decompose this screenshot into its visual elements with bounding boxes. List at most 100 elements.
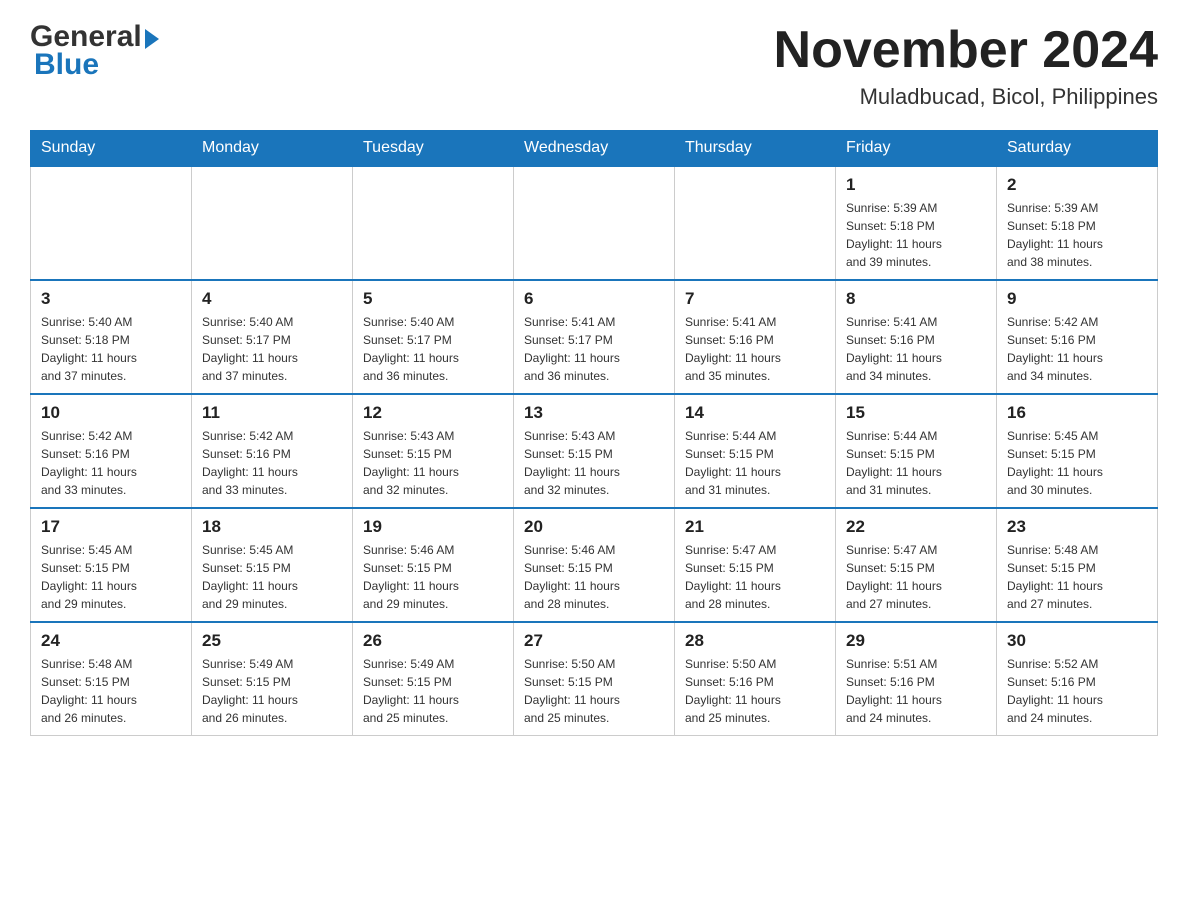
calendar-cell: 6 Sunrise: 5:41 AM Sunset: 5:17 PM Daylig… (514, 280, 675, 394)
calendar-cell: 23 Sunrise: 5:48 AM Sunset: 5:15 PM Dayli… (997, 508, 1158, 622)
calendar-cell: 5 Sunrise: 5:40 AM Sunset: 5:17 PM Daylig… (353, 280, 514, 394)
day-info: Sunrise: 5:47 AM Sunset: 5:15 PM Dayligh… (685, 541, 825, 613)
day-info: Sunrise: 5:44 AM Sunset: 5:15 PM Dayligh… (846, 427, 986, 499)
day-number: 17 (41, 517, 181, 537)
day-number: 1 (846, 175, 986, 195)
day-info: Sunrise: 5:47 AM Sunset: 5:15 PM Dayligh… (846, 541, 986, 613)
day-number: 22 (846, 517, 986, 537)
week-row-5: 24 Sunrise: 5:48 AM Sunset: 5:15 PM Dayli… (31, 622, 1158, 736)
day-number: 24 (41, 631, 181, 651)
day-info: Sunrise: 5:52 AM Sunset: 5:16 PM Dayligh… (1007, 655, 1147, 727)
day-number: 23 (1007, 517, 1147, 537)
calendar-header-sunday: Sunday (31, 131, 192, 167)
day-info: Sunrise: 5:41 AM Sunset: 5:17 PM Dayligh… (524, 313, 664, 385)
calendar-cell: 14 Sunrise: 5:44 AM Sunset: 5:15 PM Dayli… (675, 394, 836, 508)
calendar-header-thursday: Thursday (675, 131, 836, 167)
day-number: 10 (41, 403, 181, 423)
day-info: Sunrise: 5:49 AM Sunset: 5:15 PM Dayligh… (363, 655, 503, 727)
day-info: Sunrise: 5:42 AM Sunset: 5:16 PM Dayligh… (202, 427, 342, 499)
calendar-cell: 10 Sunrise: 5:42 AM Sunset: 5:16 PM Dayli… (31, 394, 192, 508)
logo-blue-text: Blue (30, 48, 99, 82)
day-info: Sunrise: 5:44 AM Sunset: 5:15 PM Dayligh… (685, 427, 825, 499)
calendar-cell: 8 Sunrise: 5:41 AM Sunset: 5:16 PM Daylig… (836, 280, 997, 394)
day-number: 27 (524, 631, 664, 651)
day-number: 3 (41, 289, 181, 309)
day-info: Sunrise: 5:45 AM Sunset: 5:15 PM Dayligh… (41, 541, 181, 613)
calendar-cell: 18 Sunrise: 5:45 AM Sunset: 5:15 PM Dayli… (192, 508, 353, 622)
day-info: Sunrise: 5:40 AM Sunset: 5:17 PM Dayligh… (202, 313, 342, 385)
calendar-table: SundayMondayTuesdayWednesdayThursdayFrid… (30, 130, 1158, 736)
calendar-cell: 21Sunrise: 5:47 AM Sunset: 5:15 PM Dayli… (675, 508, 836, 622)
calendar-cell: 1 Sunrise: 5:39 AM Sunset: 5:18 PM Daylig… (836, 166, 997, 280)
location-subtitle: Muladbucad, Bicol, Philippines (774, 84, 1158, 110)
day-number: 18 (202, 517, 342, 537)
day-number: 14 (685, 403, 825, 423)
calendar-cell: 9 Sunrise: 5:42 AM Sunset: 5:16 PM Daylig… (997, 280, 1158, 394)
week-row-3: 10 Sunrise: 5:42 AM Sunset: 5:16 PM Dayli… (31, 394, 1158, 508)
calendar-cell: 2 Sunrise: 5:39 AM Sunset: 5:18 PM Daylig… (997, 166, 1158, 280)
day-number: 4 (202, 289, 342, 309)
calendar-cell (675, 166, 836, 280)
calendar-cell: 12 Sunrise: 5:43 AM Sunset: 5:15 PM Dayli… (353, 394, 514, 508)
calendar-cell (353, 166, 514, 280)
day-number: 7 (685, 289, 825, 309)
day-number: 20 (524, 517, 664, 537)
calendar-cell: 16Sunrise: 5:45 AM Sunset: 5:15 PM Dayli… (997, 394, 1158, 508)
day-number: 28 (685, 631, 825, 651)
day-number: 30 (1007, 631, 1147, 651)
day-info: Sunrise: 5:40 AM Sunset: 5:18 PM Dayligh… (41, 313, 181, 385)
day-number: 13 (524, 403, 664, 423)
calendar-cell: 30 Sunrise: 5:52 AM Sunset: 5:16 PM Dayli… (997, 622, 1158, 736)
day-info: Sunrise: 5:42 AM Sunset: 5:16 PM Dayligh… (1007, 313, 1147, 385)
day-number: 26 (363, 631, 503, 651)
day-info: Sunrise: 5:42 AM Sunset: 5:16 PM Dayligh… (41, 427, 181, 499)
calendar-cell: 26 Sunrise: 5:49 AM Sunset: 5:15 PM Dayli… (353, 622, 514, 736)
day-info: Sunrise: 5:48 AM Sunset: 5:15 PM Dayligh… (41, 655, 181, 727)
day-info: Sunrise: 5:43 AM Sunset: 5:15 PM Dayligh… (363, 427, 503, 499)
day-info: Sunrise: 5:45 AM Sunset: 5:15 PM Dayligh… (1007, 427, 1147, 499)
logo: General Blue (30, 20, 159, 82)
logo-triangle-icon (145, 29, 159, 49)
week-row-2: 3 Sunrise: 5:40 AM Sunset: 5:18 PM Daylig… (31, 280, 1158, 394)
calendar-cell: 25Sunrise: 5:49 AM Sunset: 5:15 PM Dayli… (192, 622, 353, 736)
day-info: Sunrise: 5:48 AM Sunset: 5:15 PM Dayligh… (1007, 541, 1147, 613)
day-number: 6 (524, 289, 664, 309)
day-number: 2 (1007, 175, 1147, 195)
calendar-cell: 20Sunrise: 5:46 AM Sunset: 5:15 PM Dayli… (514, 508, 675, 622)
day-info: Sunrise: 5:50 AM Sunset: 5:16 PM Dayligh… (685, 655, 825, 727)
day-info: Sunrise: 5:45 AM Sunset: 5:15 PM Dayligh… (202, 541, 342, 613)
day-number: 29 (846, 631, 986, 651)
calendar-cell: 19 Sunrise: 5:46 AM Sunset: 5:15 PM Dayli… (353, 508, 514, 622)
calendar-cell: 28 Sunrise: 5:50 AM Sunset: 5:16 PM Dayli… (675, 622, 836, 736)
month-title: November 2024 (774, 20, 1158, 80)
title-section: November 2024 Muladbucad, Bicol, Philipp… (774, 20, 1158, 110)
calendar-cell: 4 Sunrise: 5:40 AM Sunset: 5:17 PM Daylig… (192, 280, 353, 394)
day-info: Sunrise: 5:39 AM Sunset: 5:18 PM Dayligh… (846, 199, 986, 271)
calendar-cell: 24 Sunrise: 5:48 AM Sunset: 5:15 PM Dayli… (31, 622, 192, 736)
day-number: 9 (1007, 289, 1147, 309)
calendar-header-monday: Monday (192, 131, 353, 167)
calendar-cell (192, 166, 353, 280)
day-info: Sunrise: 5:41 AM Sunset: 5:16 PM Dayligh… (685, 313, 825, 385)
day-number: 19 (363, 517, 503, 537)
day-info: Sunrise: 5:46 AM Sunset: 5:15 PM Dayligh… (363, 541, 503, 613)
day-info: Sunrise: 5:40 AM Sunset: 5:17 PM Dayligh… (363, 313, 503, 385)
day-info: Sunrise: 5:41 AM Sunset: 5:16 PM Dayligh… (846, 313, 986, 385)
day-info: Sunrise: 5:51 AM Sunset: 5:16 PM Dayligh… (846, 655, 986, 727)
day-number: 8 (846, 289, 986, 309)
day-number: 5 (363, 289, 503, 309)
calendar-header-tuesday: Tuesday (353, 131, 514, 167)
day-info: Sunrise: 5:50 AM Sunset: 5:15 PM Dayligh… (524, 655, 664, 727)
calendar-header-saturday: Saturday (997, 131, 1158, 167)
calendar-cell: 17 Sunrise: 5:45 AM Sunset: 5:15 PM Dayli… (31, 508, 192, 622)
day-info: Sunrise: 5:39 AM Sunset: 5:18 PM Dayligh… (1007, 199, 1147, 271)
calendar-cell: 15 Sunrise: 5:44 AM Sunset: 5:15 PM Dayli… (836, 394, 997, 508)
day-number: 12 (363, 403, 503, 423)
day-number: 15 (846, 403, 986, 423)
page-header: General Blue November 2024 Muladbucad, B… (30, 20, 1158, 110)
calendar-cell (514, 166, 675, 280)
week-row-4: 17 Sunrise: 5:45 AM Sunset: 5:15 PM Dayli… (31, 508, 1158, 622)
calendar-header-wednesday: Wednesday (514, 131, 675, 167)
calendar-cell: 22 Sunrise: 5:47 AM Sunset: 5:15 PM Dayli… (836, 508, 997, 622)
day-number: 11 (202, 403, 342, 423)
